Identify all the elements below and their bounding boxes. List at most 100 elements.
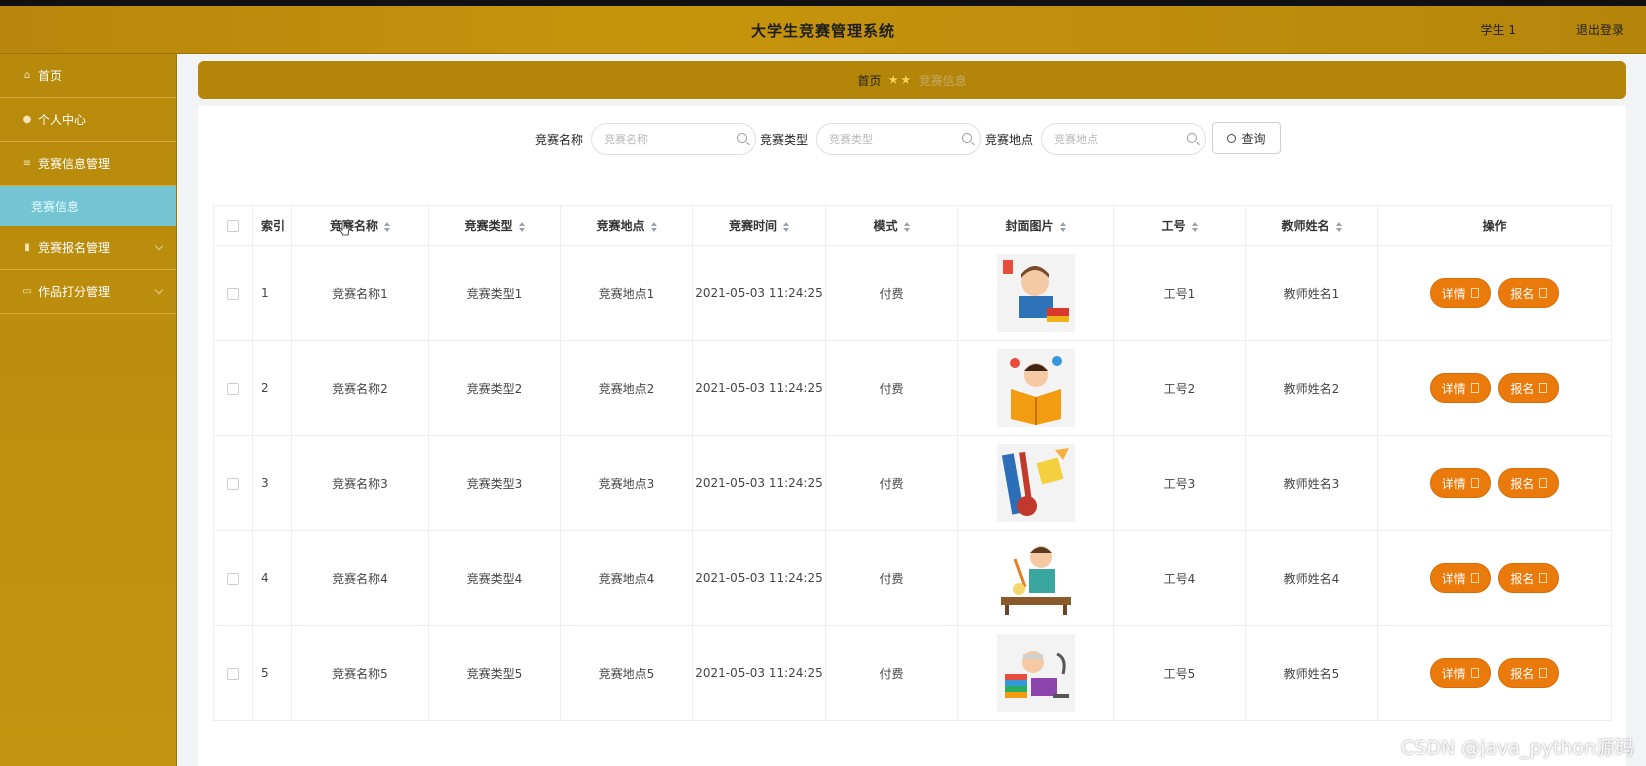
detail-button[interactable]: 详情 [1429,468,1491,498]
cell-name: 竞赛名称4 [291,530,429,626]
search-icon [962,133,973,143]
cell-time: 2021-05-03 11:24:25 [692,340,826,436]
cell-cover [957,340,1114,436]
table-row: 1 竞赛名称1 竞赛类型1 竞赛地点1 2021-05-03 11:24:25 … [213,245,1612,341]
search-location-group: 竞赛地点 竞赛地点 [985,123,1207,155]
cell-teacher: 教师姓名4 [1245,530,1378,626]
cell-index: 2 [252,340,292,436]
detail-button[interactable]: 详情 [1429,658,1491,688]
col-job-no[interactable]: 工号 [1113,205,1246,246]
col-mode[interactable]: 模式 [825,205,958,246]
cell-cover [957,625,1114,721]
col-type[interactable]: 竞赛类型 [428,205,561,246]
sidebar-item-home[interactable]: ⌂ 首页 [0,54,176,98]
row-checkbox[interactable] [213,245,253,341]
cell-actions: 详情 报名 [1377,245,1612,341]
cell-job-no: 工号1 [1113,245,1246,341]
signup-button[interactable]: 报名 [1498,658,1560,688]
table-row: 2 竞赛名称2 竞赛类型2 竞赛地点2 2021-05-03 11:24:25 … [213,340,1612,436]
col-teacher[interactable]: 教师姓名 [1245,205,1378,246]
cell-location: 竞赛地点5 [560,625,693,721]
document-icon [1539,288,1548,298]
cover-image [996,539,1075,617]
header: 大学生竞赛管理系统 学生 1 退出登录 [0,6,1646,54]
sort-icon[interactable] [384,221,390,232]
cell-index: 4 [252,530,292,626]
lock-icon: ▮ [24,242,30,253]
sort-icon[interactable] [1335,221,1342,232]
cover-image [996,444,1075,522]
contest-table: 索引 竞赛名称 竞赛类型 竞赛地点 竞赛时间 模式 封面图片 工号 教师姓名 操… [213,205,1612,721]
signup-button[interactable]: 报名 [1498,373,1560,403]
document-icon [1470,288,1479,298]
document-icon [1470,478,1479,488]
cell-mode: 付费 [825,245,958,341]
chevron-down-icon [154,241,164,251]
star-icon: ★★ [887,72,913,88]
col-name[interactable]: 竞赛名称 [291,205,429,246]
breadcrumb-current: 竞赛信息 [918,73,967,88]
sidebar-item-label: 个人中心 [38,113,87,127]
sort-icon[interactable] [650,221,657,232]
cell-teacher: 教师姓名5 [1245,625,1378,721]
search-icon [1187,133,1198,143]
col-time[interactable]: 竞赛时间 [692,205,826,246]
breadcrumb-home[interactable]: 首页 [857,72,881,89]
cell-actions: 详情 报名 [1377,435,1612,531]
sidebar-item-label: 竞赛信息 [31,199,80,214]
message-icon: ▭ [22,286,32,297]
row-checkbox[interactable] [213,625,253,721]
cover-image [996,634,1075,712]
home-icon: ⌂ [23,70,31,81]
user-icon: ● [22,114,32,125]
cover-image [996,254,1075,332]
logout-link[interactable]: 退出登录 [1576,21,1624,38]
cell-cover [957,530,1114,626]
sidebar-item-contest-info-mgmt[interactable]: ≡ 竞赛信息管理 [0,142,176,186]
search-name-label: 竞赛名称 [535,132,584,147]
col-location[interactable]: 竞赛地点 [560,205,693,246]
detail-button[interactable]: 详情 [1429,563,1491,593]
cell-index: 3 [252,435,292,531]
cell-index: 5 [252,625,292,721]
cell-location: 竞赛地点1 [560,245,693,341]
query-button[interactable]: 查询 [1212,122,1281,154]
sidebar-item-signup-mgmt[interactable]: ▮ 竞赛报名管理 [0,226,176,270]
document-icon [1470,573,1479,583]
sort-icon[interactable] [903,221,910,232]
cell-location: 竞赛地点3 [560,435,693,531]
row-checkbox[interactable] [213,530,253,626]
sidebar-item-score-mgmt[interactable]: ▭ 作品打分管理 [0,270,176,314]
cell-actions: 详情 报名 [1377,530,1612,626]
cell-teacher: 教师姓名2 [1245,340,1378,436]
cell-location: 竞赛地点2 [560,340,693,436]
detail-button[interactable]: 详情 [1429,278,1491,308]
sort-icon[interactable] [783,221,789,232]
signup-button[interactable]: 报名 [1498,563,1560,593]
row-checkbox[interactable] [213,435,253,531]
sidebar-subitem-contest-info[interactable]: 竞赛信息 [0,186,176,226]
cell-index: 1 [252,245,292,341]
document-icon [1470,668,1479,678]
signup-button[interactable]: 报名 [1498,278,1560,308]
select-all-checkbox[interactable] [213,205,253,246]
col-cover[interactable]: 封面图片 [957,205,1114,246]
sort-icon[interactable] [1059,221,1066,232]
search-type-input[interactable]: 竞赛类型 [816,123,982,155]
cell-job-no: 工号3 [1113,435,1246,531]
cell-teacher: 教师姓名3 [1245,435,1378,531]
sidebar-item-label: 竞赛信息管理 [38,157,111,171]
row-checkbox[interactable] [213,340,253,436]
sidebar-item-profile[interactable]: ● 个人中心 [0,98,176,142]
sort-icon[interactable] [518,221,525,232]
search-location-input[interactable]: 竞赛地点 [1041,123,1207,155]
cell-mode: 付费 [825,340,958,436]
cell-type: 竞赛类型2 [428,340,561,436]
cell-cover [957,435,1114,531]
detail-button[interactable]: 详情 [1429,373,1491,403]
search-type-group: 竞赛类型 竞赛类型 [760,123,982,155]
signup-button[interactable]: 报名 [1498,468,1560,498]
search-name-input[interactable]: 竞赛名称 [591,123,757,155]
current-user[interactable]: 学生 1 [1481,21,1516,38]
sort-icon[interactable] [1191,221,1198,232]
